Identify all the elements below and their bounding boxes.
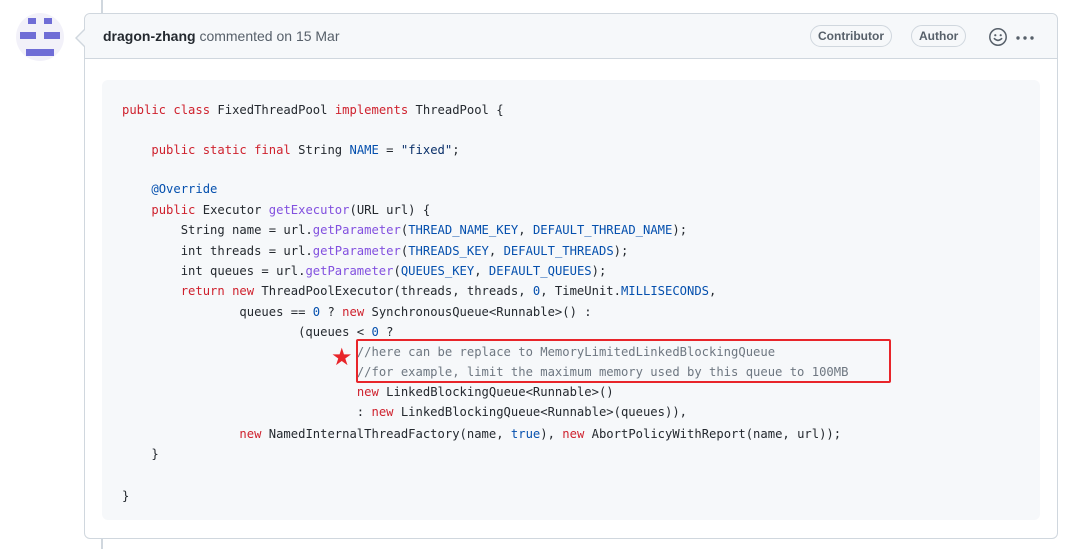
code-token: getParameter [312,223,401,237]
code-token: int queues = url. [122,264,306,278]
code-line: new NamedInternalThreadFactory(name, tru… [122,424,841,444]
code-line: return new ThreadPoolExecutor(threads, t… [122,281,717,301]
smiley-icon[interactable] [988,27,1008,47]
highlight-annotation-box [356,339,891,383]
code-token: @Override [151,182,218,196]
code-line: int queues = url.getParameter(QUEUES_KEY… [122,261,607,281]
code-token: ? [320,305,343,319]
code-token: Executor [195,203,269,217]
code-token: } [122,447,159,461]
code-token: , [474,264,489,278]
code-token: SynchronousQueue<Runnable>() : [364,305,592,319]
code-block: public class FixedThreadPool implements … [102,80,1040,520]
code-line: public class FixedThreadPool implements … [122,100,504,120]
code-token: getParameter [312,244,401,258]
red-star-icon: ★ [331,343,353,371]
code-token: ); [591,264,607,278]
comment-meta: dragon-zhang commented on 15 Mar [103,28,340,44]
comment-action: commented on [199,28,293,44]
comment-author[interactable]: dragon-zhang [103,28,196,44]
code-token: getExecutor [268,203,350,217]
code-token: new [239,427,262,441]
code-line: } [122,444,159,464]
code-line: new LinkedBlockingQueue<Runnable>() [122,382,614,402]
code-token: : [122,405,372,419]
code-token: new [562,427,585,441]
code-token: "fixed" [400,143,453,157]
code-token: , [518,223,533,237]
code-token: QUEUES_KEY [400,264,475,278]
code-token: DEFAULT_THREAD_NAME [532,223,673,237]
code-token: ThreadPoolExecutor(threads, threads, [254,284,533,298]
code-token: (queues < [122,325,372,339]
code-token: NAME [349,143,379,157]
code-token: new [356,385,379,399]
code-token: MILLISECONDS [620,284,710,298]
code-token: ); [613,244,629,258]
code-token: , [488,244,504,258]
code-line: String name = url.getParameter(THREAD_NA… [122,220,687,240]
code-token: public static final [151,143,291,157]
code-token: AbortPolicyWithReport(name, url)); [584,427,842,441]
code-token: ( [393,264,401,278]
code-token: DEFAULT_THREADS [503,244,614,258]
code-token: new [371,405,394,419]
comment-header: dragon-zhang commented on 15 Mar Contrib… [85,14,1057,59]
code-token: , TimeUnit. [540,284,621,298]
code-token: implements [334,103,409,117]
code-token: THREAD_NAME_KEY [408,223,519,237]
code-token: String name = url. [122,223,313,237]
code-line: @Override [122,179,217,199]
code-line: : new LinkedBlockingQueue<Runnable>(queu… [122,402,687,422]
code-token: , [709,284,717,298]
comment-date[interactable]: 15 Mar [296,28,340,44]
code-token: ; [452,143,460,157]
code-token: } [122,489,130,503]
code-token: ThreadPool { [408,103,504,117]
code-line: public Executor getExecutor(URL url) { [122,200,430,220]
code-line: (queues < 0 ? [122,322,394,342]
code-line: queues == 0 ? new SynchronousQueue<Runna… [122,302,592,322]
code-token: DEFAULT_QUEUES [488,264,592,278]
code-token: ); [672,223,688,237]
kebab-horizontal-icon[interactable] [1015,35,1035,41]
code-token: public [151,203,196,217]
code-token: ), [540,427,563,441]
code-token: = [378,143,401,157]
code-token: String [290,143,350,157]
author-badge: Author [911,25,967,47]
code-token: return new [180,284,255,298]
code-token: queues == [122,305,313,319]
code-token: LinkedBlockingQueue<Runnable>(queues)), [393,405,687,419]
code-token: NamedInternalThreadFactory(name, [261,427,511,441]
code-token: getParameter [305,264,394,278]
code-token: new [342,305,365,319]
code-token: THREADS_KEY [408,244,489,258]
comment-box: dragon-zhang commented on 15 Mar Contrib… [84,13,1058,539]
avatar[interactable] [16,13,64,61]
code-token: public class [122,103,211,117]
code-token: LinkedBlockingQueue<Runnable>() [378,385,614,399]
code-line: public static final String NAME = "fixed… [122,140,460,160]
code-token: 0 [371,325,379,339]
code-token: int threads = url. [122,244,313,258]
code-token: (URL url) { [349,203,431,217]
code-line: } [122,486,129,506]
code-token: ? [378,325,394,339]
code-token: true [510,427,541,441]
code-line: int threads = url.getParameter(THREADS_K… [122,241,629,261]
code-token: FixedThreadPool [210,103,335,117]
contributor-badge: Contributor [810,25,892,47]
comment-pointer-fill [77,30,85,46]
